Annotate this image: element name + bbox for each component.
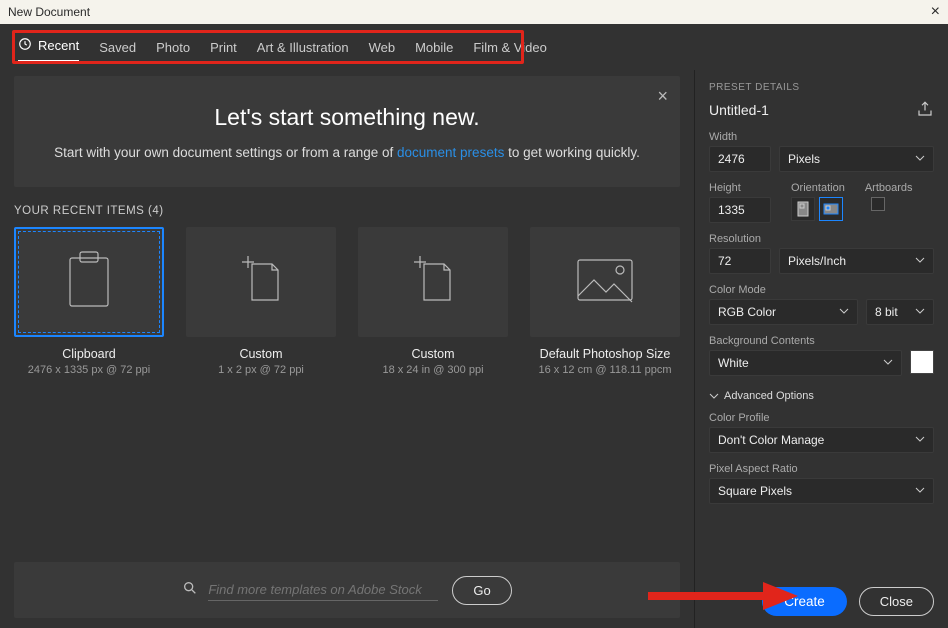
tab-recent[interactable]: Recent xyxy=(18,31,79,63)
chevron-down-icon xyxy=(915,305,925,319)
tab-label: Recent xyxy=(38,38,79,53)
width-unit-select[interactable]: Pixels xyxy=(779,146,934,172)
recent-item-custom-2[interactable]: Custom 18 x 24 in @ 300 ppi xyxy=(358,227,508,376)
card-name: Custom xyxy=(186,347,336,361)
advanced-label: Advanced Options xyxy=(724,390,814,402)
recent-item-default[interactable]: Default Photoshop Size 16 x 12 cm @ 118.… xyxy=(530,227,680,376)
export-preset-icon[interactable] xyxy=(916,100,934,121)
card-name: Clipboard xyxy=(14,347,164,361)
create-button[interactable]: Create xyxy=(762,587,847,616)
tab-label: Web xyxy=(369,40,396,55)
tabs-bar: Recent Saved Photo Print Art & Illustrat… xyxy=(0,24,948,70)
intro-close-button[interactable]: × xyxy=(657,86,668,107)
card-meta: 1 x 2 px @ 72 ppi xyxy=(186,364,336,376)
chevron-down-icon xyxy=(915,433,925,447)
select-value: 8 bit xyxy=(875,305,898,319)
select-value: RGB Color xyxy=(718,305,776,319)
orientation-label: Orientation xyxy=(791,182,845,194)
stock-search-input[interactable] xyxy=(208,579,438,601)
preset-section-title: Preset Details xyxy=(709,82,934,93)
orientation-portrait-button[interactable] xyxy=(791,197,815,221)
tab-photo[interactable]: Photo xyxy=(156,34,190,61)
document-presets-link[interactable]: document presets xyxy=(397,145,504,160)
new-file-icon xyxy=(408,252,458,313)
card-meta: 16 x 12 cm @ 118.11 ppcm xyxy=(530,364,680,376)
recent-items-grid: Clipboard 2476 x 1335 px @ 72 ppi Custom… xyxy=(14,227,680,376)
width-label: Width xyxy=(709,131,934,143)
height-label: Height xyxy=(709,182,771,194)
recent-items-label: YOUR RECENT ITEMS (4) xyxy=(14,205,680,217)
title-bar: New Document × xyxy=(0,0,948,24)
intro-text: Start with your own document settings or… xyxy=(42,143,652,163)
tab-art[interactable]: Art & Illustration xyxy=(257,34,349,61)
recent-item-custom-1[interactable]: Custom 1 x 2 px @ 72 ppi xyxy=(186,227,336,376)
card-meta: 2476 x 1335 px @ 72 ppi xyxy=(14,364,164,376)
orientation-landscape-button[interactable] xyxy=(819,197,843,221)
window-close-button[interactable]: × xyxy=(931,3,940,21)
window-title: New Document xyxy=(8,5,90,19)
select-value: White xyxy=(718,356,749,370)
profile-label: Color Profile xyxy=(709,412,934,424)
search-icon xyxy=(182,580,198,601)
recent-item-clipboard[interactable]: Clipboard 2476 x 1335 px @ 72 ppi xyxy=(14,227,164,376)
recent-icon xyxy=(18,37,32,54)
new-file-icon xyxy=(236,252,286,313)
card-name: Custom xyxy=(358,347,508,361)
color-profile-select[interactable]: Don't Color Manage xyxy=(709,427,934,453)
dialog-actions: Create Close xyxy=(762,587,934,616)
bitdepth-select[interactable]: 8 bit xyxy=(866,299,934,325)
resolution-unit-select[interactable]: Pixels/Inch xyxy=(779,248,934,274)
bg-select[interactable]: White xyxy=(709,350,902,376)
chevron-down-icon xyxy=(915,152,925,166)
height-input[interactable] xyxy=(709,197,771,223)
pixel-aspect-ratio-select[interactable]: Square Pixels xyxy=(709,478,934,504)
advanced-options-toggle[interactable]: Advanced Options xyxy=(709,390,934,402)
clipboard-icon xyxy=(62,248,116,317)
tab-label: Art & Illustration xyxy=(257,40,349,55)
artboards-checkbox[interactable] xyxy=(871,197,885,211)
intro-text-before: Start with your own document settings or… xyxy=(54,145,397,160)
par-label: Pixel Aspect Ratio xyxy=(709,463,934,475)
tab-label: Photo xyxy=(156,40,190,55)
select-value: Square Pixels xyxy=(718,484,792,498)
tab-label: Print xyxy=(210,40,237,55)
width-input[interactable] xyxy=(709,146,771,172)
tab-label: Mobile xyxy=(415,40,453,55)
tab-print[interactable]: Print xyxy=(210,34,237,61)
tab-mobile[interactable]: Mobile xyxy=(415,34,453,61)
colormode-select[interactable]: RGB Color xyxy=(709,299,858,325)
tab-saved[interactable]: Saved xyxy=(99,34,136,61)
intro-card: × Let's start something new. Start with … xyxy=(14,76,680,187)
select-value: Pixels xyxy=(788,152,820,166)
chevron-down-icon xyxy=(839,305,849,319)
main-left-panel: × Let's start something new. Start with … xyxy=(0,70,694,628)
intro-text-after: to get working quickly. xyxy=(504,145,640,160)
close-button[interactable]: Close xyxy=(859,587,934,616)
intro-heading: Let's start something new. xyxy=(42,104,652,131)
chevron-down-icon xyxy=(915,254,925,268)
tab-web[interactable]: Web xyxy=(369,34,396,61)
search-footer: Go xyxy=(14,562,680,618)
select-value: Pixels/Inch xyxy=(788,254,846,268)
chevron-down-icon xyxy=(883,356,893,370)
image-icon xyxy=(574,256,636,309)
artboards-label: Artboards xyxy=(865,182,913,194)
go-button[interactable]: Go xyxy=(452,576,511,605)
bg-label: Background Contents xyxy=(709,335,934,347)
resolution-input[interactable] xyxy=(709,248,771,274)
bg-color-swatch[interactable] xyxy=(910,350,934,374)
colormode-label: Color Mode xyxy=(709,284,934,296)
tab-film[interactable]: Film & Video xyxy=(473,34,546,61)
tab-label: Saved xyxy=(99,40,136,55)
resolution-label: Resolution xyxy=(709,233,934,245)
card-name: Default Photoshop Size xyxy=(530,347,680,361)
preset-details-panel: Preset Details Untitled-1 Width Pixels H… xyxy=(694,70,948,628)
select-value: Don't Color Manage xyxy=(718,433,824,447)
chevron-down-icon xyxy=(915,484,925,498)
document-name-input[interactable]: Untitled-1 xyxy=(709,99,769,121)
card-meta: 18 x 24 in @ 300 ppi xyxy=(358,364,508,376)
tab-label: Film & Video xyxy=(473,40,546,55)
